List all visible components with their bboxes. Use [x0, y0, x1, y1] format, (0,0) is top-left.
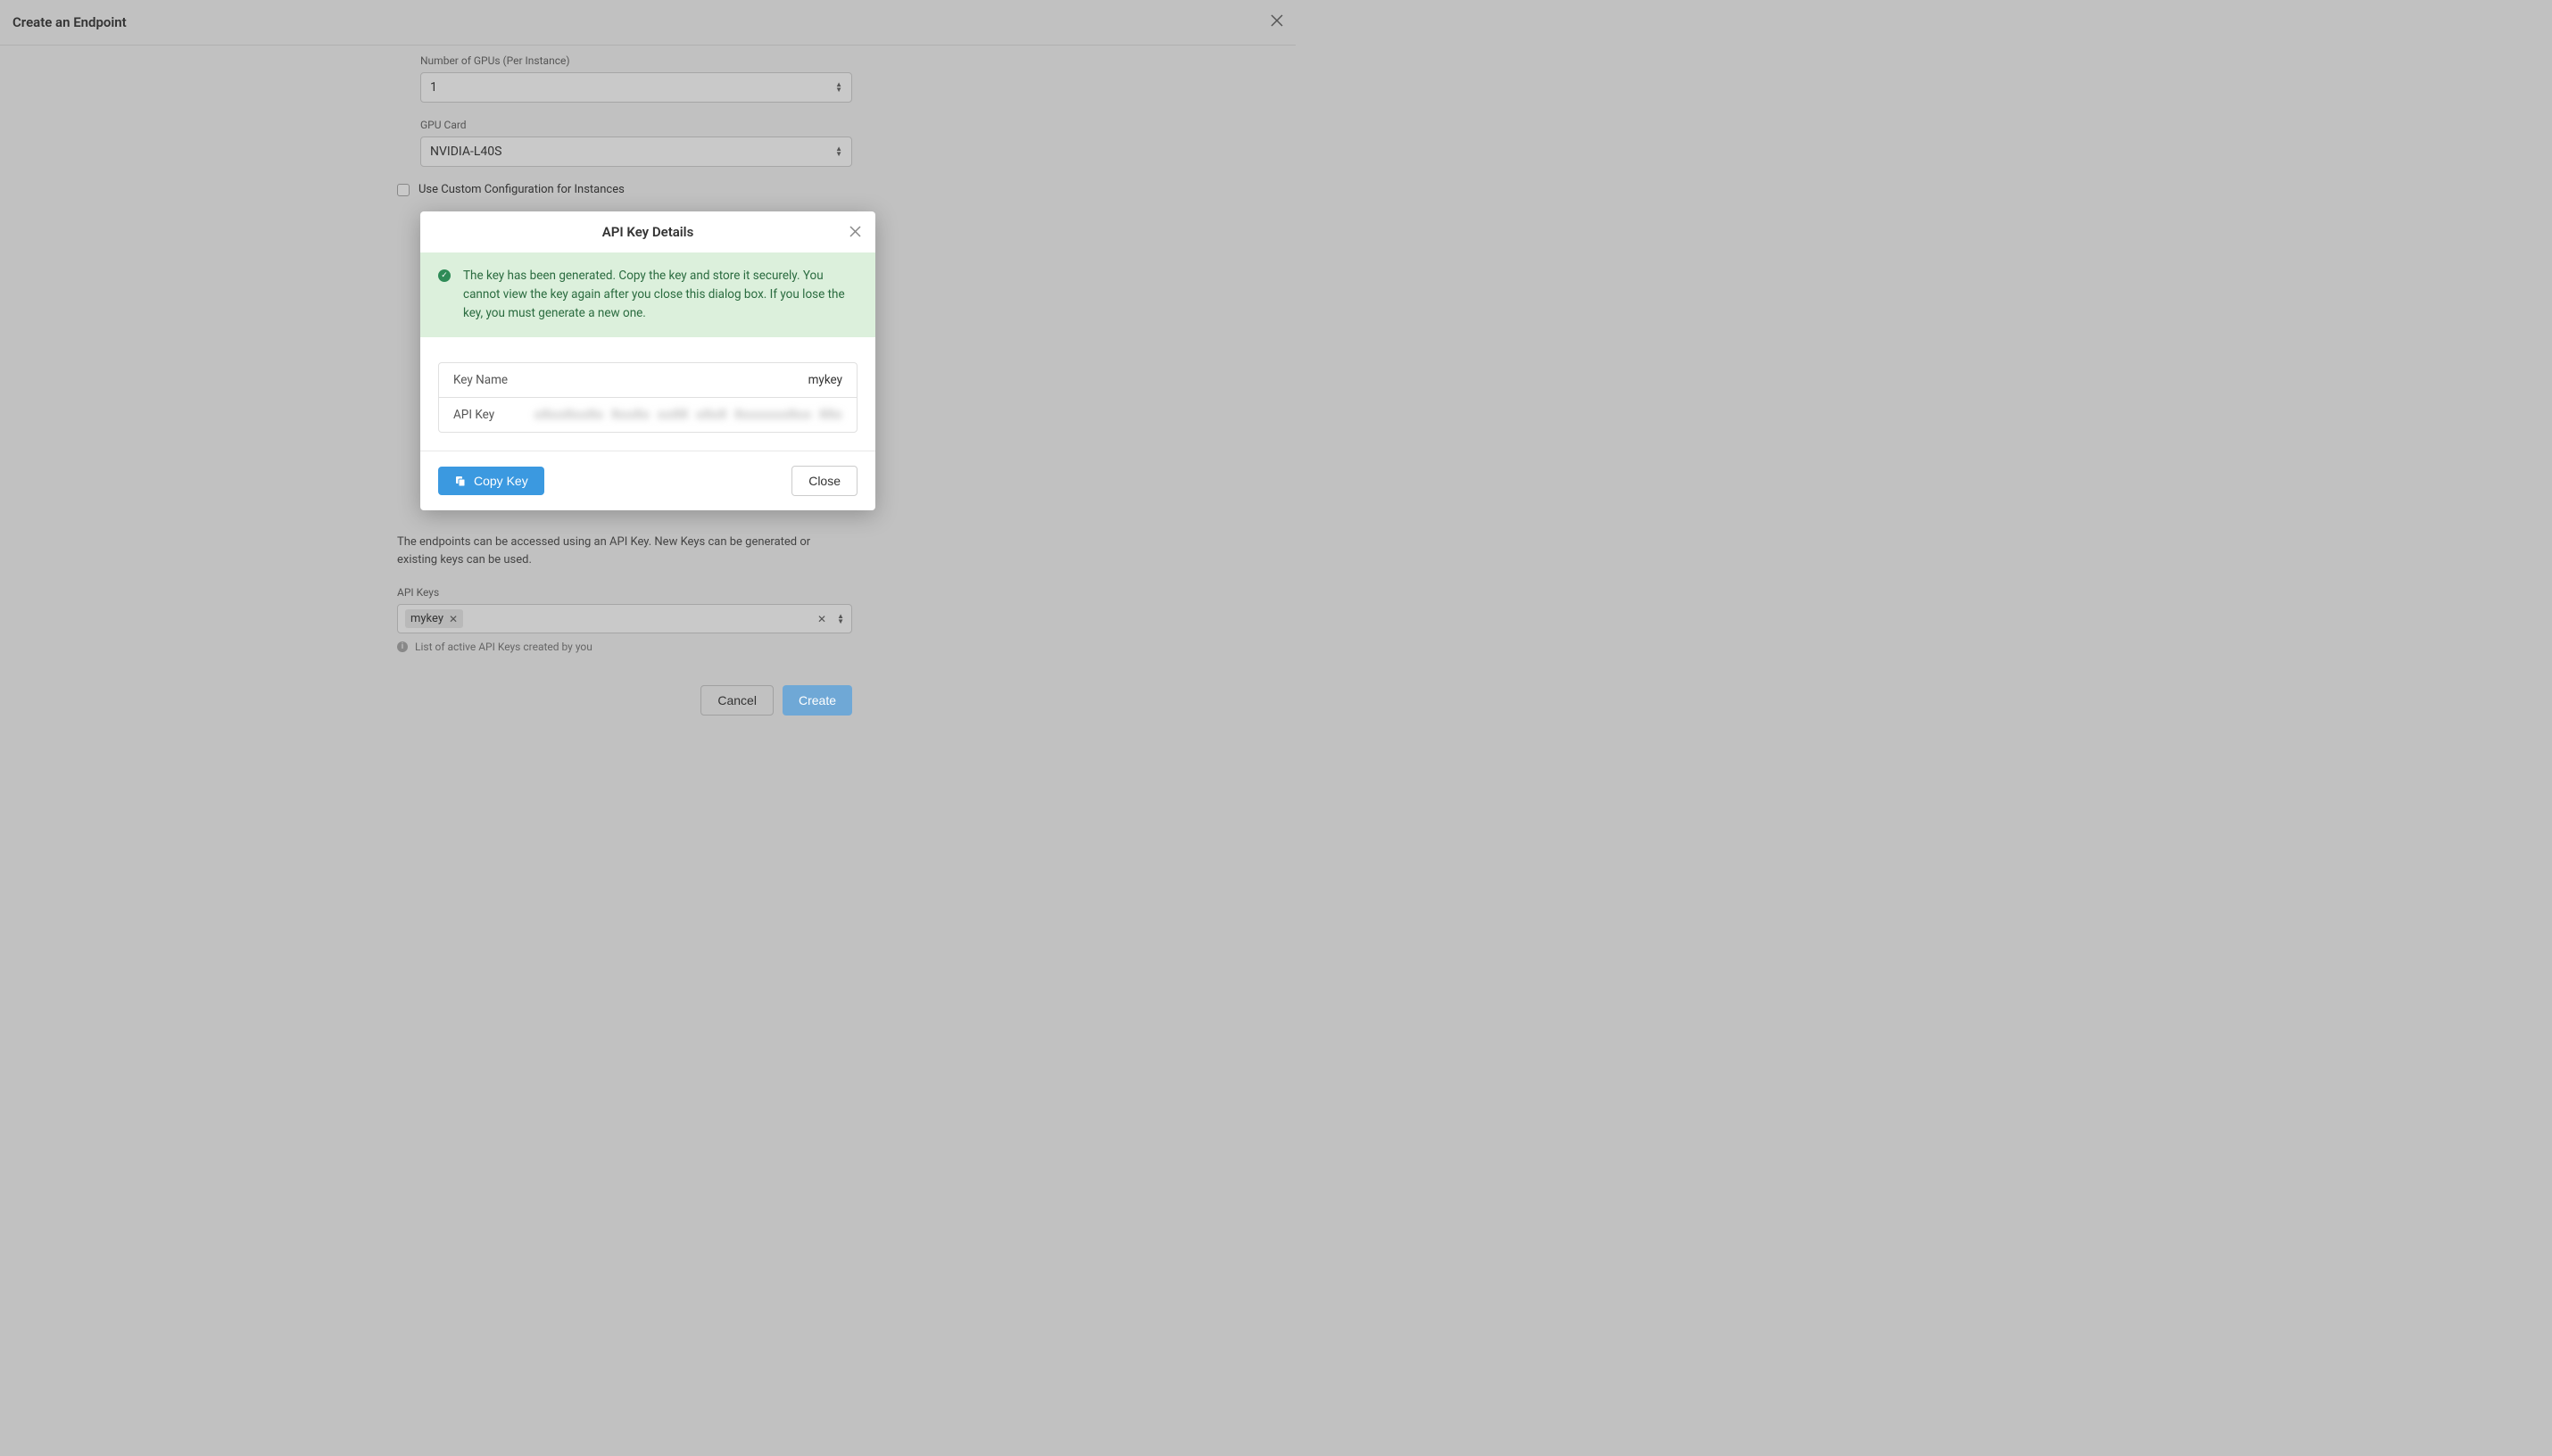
modal-header: API Key Details: [420, 211, 875, 252]
api-keys-label: API Keys: [397, 586, 875, 599]
chevron-updown-icon[interactable]: ▲▼: [837, 614, 844, 625]
custom-config-checkbox[interactable]: [397, 184, 410, 196]
gpu-card-select[interactable]: NVIDIA-L40S ▲▼: [420, 136, 852, 167]
cancel-button[interactable]: Cancel: [700, 685, 774, 716]
api-key-label: API Key: [453, 408, 494, 422]
info-icon: i: [397, 641, 408, 652]
key-name-label: Key Name: [453, 373, 508, 387]
modal-title: API Key Details: [602, 224, 694, 240]
page-header: Create an Endpoint: [0, 0, 1296, 46]
close-icon[interactable]: [1271, 14, 1283, 30]
gpu-count-value: 1: [430, 80, 437, 95]
api-key-value: xXxxXxxXx XxxXx xxXX xXxX XxxxxxxXxx XXx: [534, 408, 842, 422]
chip-remove-icon[interactable]: ✕: [449, 613, 458, 625]
modal-footer: Copy Key Close: [420, 451, 875, 510]
api-keys-description: The endpoints can be accessed using an A…: [397, 534, 852, 568]
custom-config-row: Use Custom Configuration for Instances: [420, 183, 875, 196]
check-circle-icon: ✓: [438, 269, 451, 282]
gpu-card-group: GPU Card NVIDIA-L40S ▲▼: [420, 119, 875, 167]
key-name-row: Key Name mykey: [439, 363, 857, 398]
close-modal-button[interactable]: Close: [791, 466, 858, 496]
modal-body: Key Name mykey API Key xXxxXxxXx XxxXx x…: [420, 337, 875, 451]
api-keys-select[interactable]: mykey ✕ ✕ ▲▼: [397, 604, 852, 633]
clear-icon[interactable]: ✕: [817, 613, 826, 625]
success-alert: ✓ The key has been generated. Copy the k…: [420, 252, 875, 337]
api-keys-helper-row: i List of active API Keys created by you: [397, 641, 875, 653]
gpu-count-label: Number of GPUs (Per Instance): [420, 54, 875, 67]
form-footer: Cancel Create: [397, 685, 852, 716]
alert-text: The key has been generated. Copy the key…: [463, 267, 858, 323]
chevron-updown-icon[interactable]: ▲▼: [835, 146, 842, 157]
copy-key-button[interactable]: Copy Key: [438, 467, 544, 495]
api-keys-helper-text: List of active API Keys created by you: [415, 641, 592, 653]
copy-icon: [454, 475, 467, 487]
api-key-chip-label: mykey: [410, 612, 443, 625]
create-button[interactable]: Create: [783, 685, 852, 716]
api-key-row: API Key xXxxXxxXx XxxXx xxXX xXxX Xxxxxx…: [439, 398, 857, 432]
stepper-icon[interactable]: ▲▼: [835, 82, 842, 93]
gpu-card-value: NVIDIA-L40S: [430, 145, 501, 159]
api-key-details-modal: API Key Details ✓ The key has been gener…: [420, 211, 875, 510]
gpu-count-stepper[interactable]: 1 ▲▼: [420, 72, 852, 103]
api-key-chip: mykey ✕: [405, 609, 463, 628]
select-controls: ✕ ▲▼: [817, 613, 844, 625]
copy-key-label: Copy Key: [474, 474, 528, 488]
gpu-card-label: GPU Card: [420, 119, 875, 131]
gpu-count-group: Number of GPUs (Per Instance) 1 ▲▼: [420, 54, 875, 103]
key-details-table: Key Name mykey API Key xXxxXxxXx XxxXx x…: [438, 362, 858, 433]
key-name-value: mykey: [808, 373, 842, 387]
custom-config-label: Use Custom Configuration for Instances: [418, 183, 625, 196]
modal-close-icon[interactable]: [849, 224, 861, 241]
page-title: Create an Endpoint: [12, 14, 127, 30]
